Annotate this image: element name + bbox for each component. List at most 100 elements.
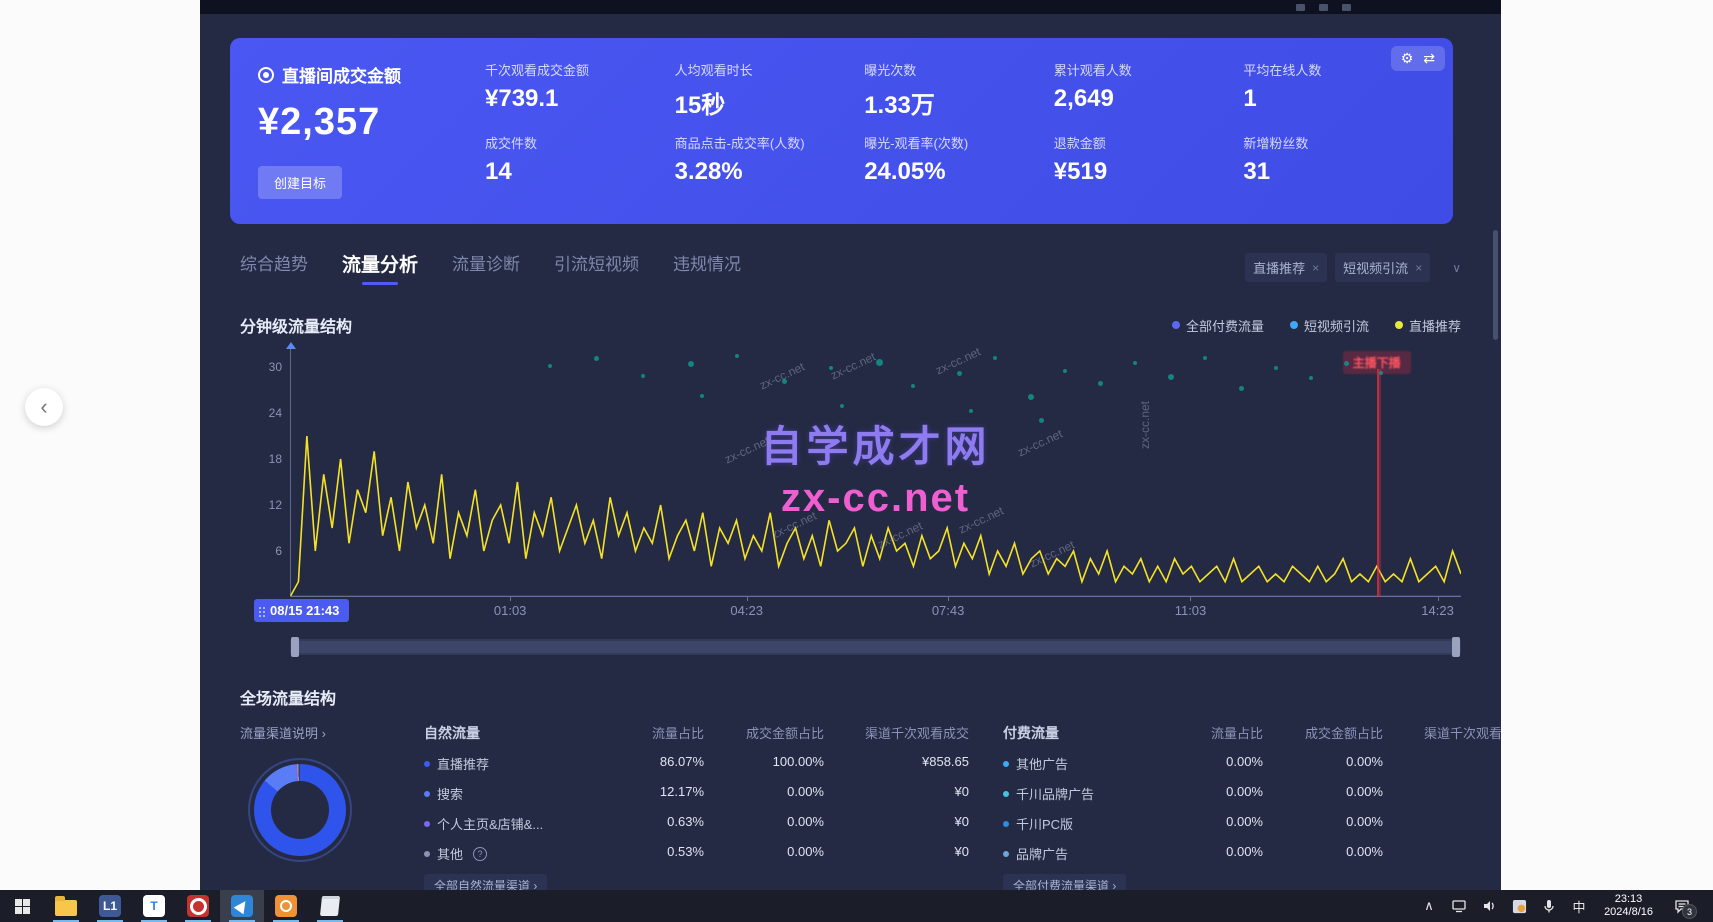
window-mini-icon-1[interactable] [1296, 4, 1305, 11]
gear-icon[interactable]: ⚙ [1401, 50, 1414, 67]
network-icon[interactable] [1446, 890, 1472, 922]
banner-metric: 曝光-观看率(次数)24.05% [864, 133, 1044, 206]
close-icon[interactable]: × [1312, 261, 1319, 275]
banner-metric: 曝光次数1.33万 [864, 60, 1044, 133]
app-l-icon[interactable]: L1 [88, 890, 132, 922]
metric-value: 2,649 [1054, 85, 1234, 113]
table-row-name[interactable]: 搜索 [424, 784, 609, 803]
table-cell-value: ¥858.65 [824, 754, 969, 773]
minute-traffic-chart[interactable]: 自学成才网 zx-cc.net 主播下播 302418126zx-cc.netz… [290, 349, 1461, 597]
info-icon[interactable]: ? [473, 847, 487, 861]
start-button[interactable] [0, 890, 44, 922]
notification-center-icon[interactable]: 3 [1665, 890, 1699, 922]
app-cursor-icon[interactable] [220, 890, 264, 922]
chip-label: 直播推荐 [1253, 258, 1305, 277]
window-scrollbar[interactable] [1493, 230, 1498, 340]
file-explorer-icon[interactable] [44, 890, 88, 922]
notepad-glyph-icon [320, 896, 340, 916]
table-row-name[interactable]: 其他广告 [1003, 754, 1168, 773]
table-cell-value: ¥0 [824, 814, 969, 833]
scatter-dot [1239, 386, 1244, 391]
metric-label: 退款金额 [1054, 133, 1234, 152]
y-tick-label: 18 [269, 452, 282, 466]
table-row-name[interactable]: 直播推荐 [424, 754, 609, 773]
legend-dot-icon [1172, 321, 1180, 329]
table-column-header: 成交金额占比 [1263, 723, 1383, 743]
line-series-svg [290, 349, 1461, 597]
time-range-slider[interactable] [290, 639, 1461, 655]
table-row-name[interactable]: 千川PC版 [1003, 814, 1168, 833]
dashboard-content: 直播间成交金额 ¥2,357 创建目标 千次观看成交金额¥739.1人均观看时长… [200, 38, 1501, 890]
app-t-icon[interactable]: T [132, 890, 176, 922]
filter-chips: 直播推荐×短视频引流×∨ [1245, 253, 1461, 282]
time-range-start-tag[interactable]: 08/15 21:43 [254, 599, 349, 622]
row-dot-icon [424, 821, 430, 827]
y-tick-label: 24 [269, 406, 282, 420]
speaker-icon[interactable] [1476, 890, 1502, 922]
banner-tools: ⚙ ⇄ [1391, 46, 1445, 71]
table-column-header: 渠道千次观看成交 [824, 723, 969, 743]
table-row-name[interactable]: 个人主页&店铺&... [424, 814, 609, 833]
slider-handle-right[interactable] [1452, 637, 1460, 657]
y-tick-label: 30 [269, 360, 282, 374]
banner-metric: 千次观看成交金额¥739.1 [485, 60, 665, 133]
chart-header: 分钟级流量结构 全部付费流量短视频引流直播推荐 [230, 313, 1471, 337]
tray-app-icon[interactable] [1506, 890, 1532, 922]
slider-handle-left[interactable] [291, 637, 299, 657]
row-dot-icon [1003, 821, 1009, 827]
target-icon [258, 67, 274, 83]
tab-违规情况[interactable]: 违规情况 [673, 250, 741, 285]
clock[interactable]: 23:132024/8/16 [1596, 893, 1661, 919]
app-red-o-icon[interactable] [176, 890, 220, 922]
scatter-dot [840, 404, 844, 408]
swap-icon[interactable]: ⇄ [1423, 50, 1435, 67]
table-row-name[interactable]: 品牌广告 [1003, 844, 1168, 863]
row-label: 品牌广告 [1016, 844, 1068, 863]
table-row-name[interactable]: 千川品牌广告 [1003, 784, 1168, 803]
table-cell-value: ¥0 [1383, 754, 1501, 773]
close-icon[interactable]: × [1415, 261, 1422, 275]
table-group-title: 自然流量 [424, 723, 609, 743]
window-mini-icon-2[interactable] [1319, 4, 1328, 11]
traffic-section-title: 全场流量结构 [230, 685, 1471, 709]
more-channels-link[interactable]: 全部自然流量渠道 › [424, 874, 547, 890]
window-mini-icon-3[interactable] [1342, 4, 1351, 11]
slider-selected-range[interactable] [298, 641, 1453, 653]
y-axis-arrow-icon [286, 337, 296, 349]
tab-流量诊断[interactable]: 流量诊断 [452, 250, 520, 285]
filter-chip[interactable]: 直播推荐 × [1245, 253, 1327, 282]
metric-label: 成交件数 [485, 133, 665, 152]
filter-chip[interactable]: 短视频引流× [1335, 253, 1430, 282]
table-cell-value: 100.00% [704, 754, 824, 773]
table-row-name[interactable]: 其他? [424, 844, 609, 863]
metric-value: 31 [1243, 158, 1423, 186]
x-axis: 08/15 21:43 01:0304:2307:4311:0314:23 [290, 597, 1461, 625]
chevron-up-icon[interactable]: ∧ [1416, 890, 1442, 922]
app-orange-icon[interactable] [264, 890, 308, 922]
legend-item-全部付费流量[interactable]: 全部付费流量 [1172, 316, 1264, 335]
tab-引流短视频[interactable]: 引流短视频 [554, 250, 639, 285]
main-metric: 直播间成交金额 ¥2,357 创建目标 [230, 38, 485, 224]
table-cell-value: 0.00% [1263, 844, 1383, 863]
notepad-icon[interactable] [308, 890, 352, 922]
more-channels-link[interactable]: 全部付费流量渠道 › [1003, 874, 1126, 890]
taskbar-apps: L1T [0, 890, 352, 922]
x-tickmark [1190, 597, 1191, 601]
table-cell-value: ¥0 [824, 784, 969, 803]
x-tick-label: 11:03 [1175, 603, 1207, 618]
microphone-icon[interactable] [1536, 890, 1562, 922]
back-button[interactable]: ‹ [25, 388, 63, 426]
legend-item-短视频引流[interactable]: 短视频引流 [1290, 316, 1369, 335]
tab-综合趋势[interactable]: 综合趋势 [240, 250, 308, 285]
scatter-dot [1028, 394, 1034, 400]
tab-流量分析[interactable]: 流量分析 [342, 250, 418, 285]
metric-value: 3.28% [675, 158, 855, 186]
table-cell-value: ¥0 [1383, 844, 1501, 863]
table-cell-value: 0.00% [1263, 814, 1383, 833]
ime-indicator[interactable]: 中 [1566, 890, 1592, 922]
channel-note-link[interactable]: 流量渠道说明 › [240, 723, 390, 742]
banner-metric: 成交件数14 [485, 133, 665, 206]
create-goal-button[interactable]: 创建目标 [258, 166, 342, 199]
legend-item-直播推荐[interactable]: 直播推荐 [1395, 316, 1461, 335]
chevron-down-icon[interactable]: ∨ [1452, 261, 1461, 275]
